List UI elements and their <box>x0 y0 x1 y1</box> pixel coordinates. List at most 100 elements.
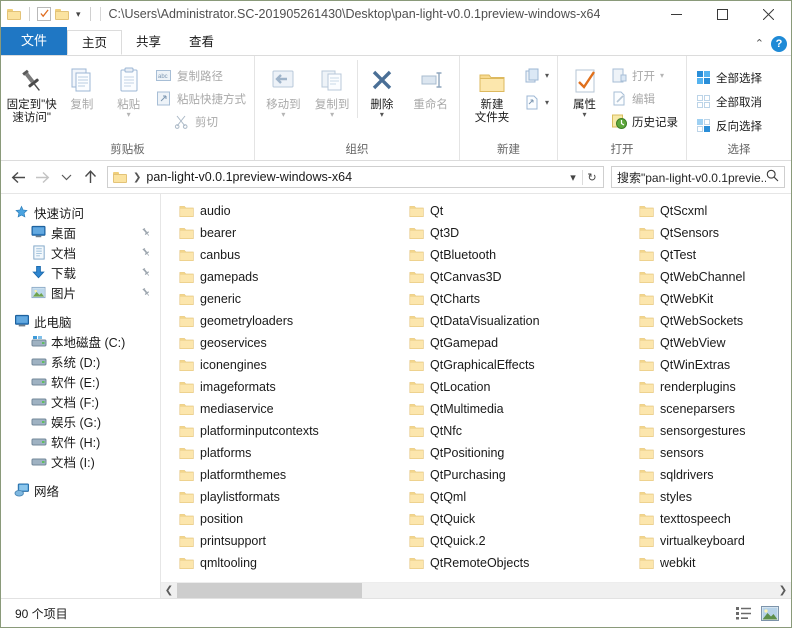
file-list-item[interactable]: QtScxml <box>629 200 791 222</box>
sidebar-item-drive-i[interactable]: 文档 (I:) <box>1 451 160 471</box>
search-input[interactable]: 搜索"pan-light-v0.0.1previe... <box>617 169 766 186</box>
search-box[interactable]: 搜索"pan-light-v0.0.1previe... <box>611 166 785 188</box>
file-list-item[interactable]: QtCanvas3D <box>399 266 604 288</box>
sidebar-item-downloads[interactable]: 下载 <box>1 262 160 282</box>
file-list-item[interactable]: bearer <box>169 222 399 244</box>
file-list-item[interactable]: printsupport <box>169 530 399 552</box>
sidebar-item-this-pc[interactable]: 此电脑 <box>1 311 160 331</box>
file-list-item[interactable]: sensorgestures <box>629 420 791 442</box>
file-list-item[interactable]: QtQml <box>399 486 604 508</box>
file-list-item[interactable]: Qt3D <box>399 222 604 244</box>
file-list-item[interactable]: canbus <box>169 244 399 266</box>
file-list-item[interactable]: QtGamepad <box>399 332 604 354</box>
open-button[interactable]: 打开 ▾ <box>607 65 682 86</box>
back-button[interactable] <box>7 166 29 188</box>
file-list-item[interactable]: QtWebChannel <box>629 266 791 288</box>
move-to-chevron-down-icon[interactable]: ▾ <box>281 111 285 119</box>
tab-share[interactable]: 共享 <box>122 30 175 55</box>
sidebar-item-desktop[interactable]: 桌面 <box>1 222 160 242</box>
file-list-item[interactable]: QtWebSockets <box>629 310 791 332</box>
tab-view[interactable]: 查看 <box>175 30 228 55</box>
file-list-item[interactable]: sensors <box>629 442 791 464</box>
file-list-item[interactable]: mediaservice <box>169 398 399 420</box>
file-grid[interactable]: audio bearer canbus gamepads generic geometry… <box>161 194 791 582</box>
file-list-item[interactable]: virtualkeyboard <box>629 530 791 552</box>
file-list-item[interactable]: Qt <box>399 200 629 222</box>
properties-button[interactable]: 属性 ▾ <box>562 60 607 119</box>
sidebar-item-drive-d[interactable]: 系统 (D:) <box>1 351 160 371</box>
recent-locations-button[interactable] <box>55 166 77 188</box>
sidebar-item-drive-g[interactable]: 娱乐 (G:) <box>1 411 160 431</box>
delete-chevron-down-icon[interactable]: ▾ <box>380 111 384 119</box>
move-to-button[interactable]: 移动到 ▾ <box>259 60 308 119</box>
file-list-item[interactable]: platformthemes <box>169 464 399 486</box>
sidebar-item-quick-access[interactable]: 快速访问 <box>1 202 160 222</box>
pin-icon[interactable] <box>141 246 151 260</box>
file-list-item[interactable]: renderplugins <box>629 376 791 398</box>
sidebar-item-local-disk-c[interactable]: 本地磁盘 (C:) <box>1 331 160 351</box>
pin-icon[interactable] <box>141 226 151 240</box>
copy-button[interactable]: 复制 <box>58 60 105 112</box>
rename-button[interactable]: 重命名 <box>406 60 455 112</box>
file-list-item[interactable]: QtMultimedia <box>399 398 604 420</box>
new-item-button[interactable]: ▾ <box>520 65 553 86</box>
forward-button[interactable] <box>31 166 53 188</box>
file-list-item[interactable]: texttospeech <box>629 508 791 530</box>
sidebar-item-drive-e[interactable]: 软件 (E:) <box>1 371 160 391</box>
new-folder-button[interactable]: 新建 文件夹 <box>464 60 520 125</box>
file-list-item[interactable]: QtLocation <box>399 376 604 398</box>
file-list-item[interactable]: imageformats <box>169 376 399 398</box>
address-dropdown-icon[interactable]: ▾ <box>564 171 582 184</box>
sidebar-item-documents[interactable]: 文档 <box>1 242 160 262</box>
file-list-item[interactable]: position <box>169 508 399 530</box>
pin-icon[interactable] <box>141 286 151 300</box>
paste-shortcut-button[interactable]: 粘贴快捷方式 <box>152 88 250 109</box>
file-list-item[interactable]: QtTest <box>629 244 791 266</box>
file-list-item[interactable]: geometryloaders <box>169 310 399 332</box>
file-list-item[interactable]: audio <box>169 200 399 222</box>
new-folder-quick-icon[interactable] <box>55 8 70 21</box>
file-list-item[interactable]: QtNfc <box>399 420 604 442</box>
file-list-item[interactable]: sqldrivers <box>629 464 791 486</box>
file-list-item[interactable]: gamepads <box>169 266 399 288</box>
large-icons-view-button[interactable] <box>759 603 781 623</box>
cut-button[interactable]: 剪切 <box>152 111 250 132</box>
file-list-item[interactable]: webkit <box>629 552 791 574</box>
scroll-track[interactable] <box>177 583 775 598</box>
scroll-thumb[interactable] <box>177 583 362 598</box>
file-list-item[interactable]: QtQuick <box>399 508 604 530</box>
copy-path-button[interactable]: abc 复制路径 <box>152 65 250 86</box>
horizontal-scrollbar[interactable]: ❮ ❯ <box>161 582 791 598</box>
file-list-item[interactable]: QtSensors <box>629 222 791 244</box>
file-list-item[interactable]: QtRemoteObjects <box>399 552 604 574</box>
easy-access-chevron-down-icon[interactable]: ▾ <box>545 98 549 106</box>
search-icon[interactable] <box>766 169 779 185</box>
file-list-item[interactable]: platforms <box>169 442 399 464</box>
easy-access-button[interactable]: ▾ <box>520 92 553 113</box>
properties-chevron-down-icon[interactable]: ▾ <box>583 111 587 119</box>
tab-file[interactable]: 文件 <box>1 27 68 55</box>
minimize-button[interactable] <box>653 1 699 27</box>
file-list-item[interactable]: QtCharts <box>399 288 604 310</box>
file-list-item[interactable]: QtWinExtras <box>629 354 791 376</box>
file-list-item[interactable]: styles <box>629 486 791 508</box>
sidebar-item-network[interactable]: 网络 <box>1 480 160 500</box>
copy-to-chevron-down-icon[interactable]: ▾ <box>330 111 334 119</box>
select-none-button[interactable]: 全部取消 <box>691 91 766 112</box>
breadcrumb[interactable]: ❯ pan-light-v0.0.1preview-windows-x64 <box>110 167 355 187</box>
paste-button[interactable]: 粘贴 ▾ <box>105 60 152 119</box>
sidebar-item-pictures[interactable]: 图片 <box>1 282 160 302</box>
pin-to-quick-access-button[interactable]: 固定到"快 速访问" <box>5 60 58 125</box>
sidebar-item-drive-h[interactable]: 软件 (H:) <box>1 431 160 451</box>
breadcrumb-separator-icon[interactable]: ❯ <box>132 172 142 183</box>
file-list-item[interactable]: QtGraphicalEffects <box>399 354 604 376</box>
new-item-chevron-down-icon[interactable]: ▾ <box>545 71 549 79</box>
file-list-item[interactable]: platforminputcontexts <box>169 420 399 442</box>
tab-home[interactable]: 主页 <box>67 30 123 55</box>
scroll-left-arrow-icon[interactable]: ❮ <box>161 583 177 598</box>
file-list-item[interactable]: QtDataVisualization <box>399 310 604 332</box>
file-list-item[interactable]: generic <box>169 288 399 310</box>
pin-icon[interactable] <box>141 266 151 280</box>
copy-to-button[interactable]: 复制到 ▾ <box>308 60 357 119</box>
edit-button[interactable]: 编辑 <box>607 88 682 109</box>
